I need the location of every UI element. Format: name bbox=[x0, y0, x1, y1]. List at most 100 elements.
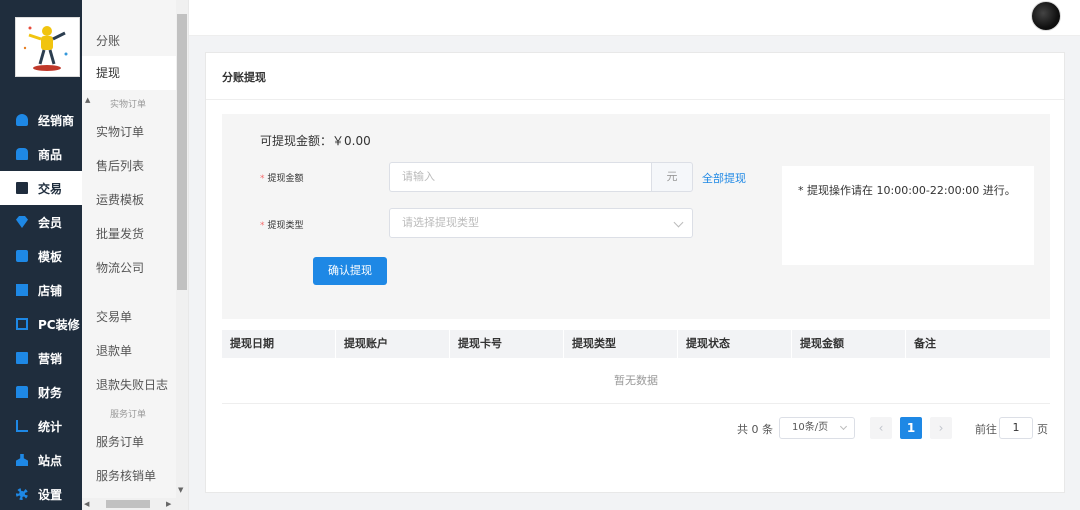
submenu-horizontal-scrollbar[interactable]: ◀ ▶ bbox=[82, 498, 176, 510]
nav-item-label: 设置 bbox=[38, 487, 63, 502]
submenu-item-refund[interactable]: 退款单 bbox=[96, 342, 132, 359]
nav-item-label: 店铺 bbox=[38, 283, 63, 298]
column-header-text: 提现卡号 bbox=[458, 337, 502, 350]
chevron-down-icon bbox=[839, 422, 848, 431]
primary-sidebar: 经销商 商品 交易 会员 模板 店铺 PC装修 营销 财务 统计 站点 设置 bbox=[0, 0, 82, 510]
goto-suffix: 页 bbox=[1037, 423, 1048, 436]
page-number-button[interactable]: 1 bbox=[900, 417, 922, 439]
submenu-item-refund-fail-log[interactable]: 退款失败日志 bbox=[96, 376, 168, 393]
column-header[interactable]: 提现日期 bbox=[222, 330, 336, 358]
scroll-up-arrow-icon[interactable]: ▲ bbox=[85, 96, 90, 104]
confirm-withdraw-button[interactable]: 确认提现 bbox=[313, 257, 387, 285]
nav-item-pc-decoration[interactable]: PC装修 bbox=[0, 307, 82, 341]
page-size-value: 10条/页 bbox=[792, 422, 829, 433]
withdraw-type-select[interactable]: 请选择提现类型 bbox=[389, 208, 693, 238]
amount-input[interactable]: 请输入 bbox=[389, 162, 651, 192]
column-header[interactable]: 提现账户 bbox=[336, 330, 450, 358]
amount-label-text: 提现金额 bbox=[267, 174, 304, 184]
nav-item-marketing[interactable]: 营销 bbox=[0, 341, 82, 375]
type-label: * 提现类型 bbox=[260, 218, 304, 231]
template-icon bbox=[16, 250, 28, 262]
nav-item-template[interactable]: 模板 bbox=[0, 239, 82, 273]
submenu-item-service-verify[interactable]: 服务核销单 bbox=[96, 467, 156, 484]
submenu-item-shipping-template[interactable]: 运费模板 bbox=[96, 191, 144, 208]
submenu-item-batch-ship[interactable]: 批量发货 bbox=[96, 225, 144, 242]
nav-item-settings[interactable]: 设置 bbox=[0, 477, 82, 510]
divider bbox=[206, 99, 1064, 100]
nav-item-finance[interactable]: 财务 bbox=[0, 375, 82, 409]
goto-prefix: 前往 bbox=[975, 423, 997, 436]
column-header[interactable]: 提现类型 bbox=[564, 330, 678, 358]
nav-item-label: 模板 bbox=[38, 249, 63, 264]
avatar[interactable] bbox=[1031, 1, 1061, 31]
submenu-item-fenzhang[interactable]: 分账 bbox=[96, 32, 120, 49]
select-placeholder: 请选择提现类型 bbox=[402, 216, 479, 229]
logo-illustration bbox=[23, 26, 68, 71]
nav-item-site[interactable]: 站点 bbox=[0, 443, 82, 477]
column-header-text: 提现日期 bbox=[230, 337, 274, 350]
submenu-group-service: 服务订单 bbox=[110, 410, 147, 420]
scroll-down-arrow-icon[interactable]: ▼ bbox=[178, 486, 183, 494]
nav-item-label: PC装修 bbox=[38, 317, 80, 332]
submenu-vertical-scrollbar[interactable]: ▼ bbox=[176, 0, 188, 510]
withdraw-card: 分账提现 可提现金额：￥0.00 * 提现金额 请输入 元 全部提现 * 提现类型 … bbox=[205, 52, 1065, 493]
page-size-select[interactable]: 10条/页 bbox=[779, 417, 855, 439]
amount-unit: 元 bbox=[651, 162, 693, 192]
top-bar bbox=[189, 0, 1080, 36]
chevron-down-icon bbox=[673, 217, 684, 228]
nav-item-trade[interactable]: 交易 bbox=[0, 171, 82, 205]
prev-page-button[interactable]: ‹ bbox=[870, 417, 892, 439]
brand-logo[interactable] bbox=[15, 17, 80, 77]
column-header-text: 提现金额 bbox=[800, 337, 844, 350]
submenu-group-physical: 实物订单 bbox=[110, 100, 147, 110]
app-root: 经销商 商品 交易 会员 模板 店铺 PC装修 营销 财务 统计 站点 设置 分… bbox=[0, 0, 1080, 510]
withdraw-notice: * 提现操作请在 10:00:00-22:00:00 进行。 bbox=[782, 166, 1034, 265]
type-label-text: 提现类型 bbox=[267, 221, 304, 231]
required-mark: * bbox=[260, 174, 265, 184]
nav-item-store[interactable]: 店铺 bbox=[0, 273, 82, 307]
submenu-item-service-order[interactable]: 服务订单 bbox=[96, 433, 144, 450]
column-header[interactable]: 提现卡号 bbox=[450, 330, 564, 358]
submenu-item-tixian[interactable]: 提现 bbox=[82, 56, 176, 90]
column-header[interactable]: 提现状态 bbox=[678, 330, 792, 358]
finance-icon bbox=[16, 386, 28, 398]
nav-item-label: 财务 bbox=[38, 385, 63, 400]
nav-item-label: 统计 bbox=[38, 419, 63, 434]
monitor-icon bbox=[16, 318, 28, 330]
goto-page-input[interactable]: 1 bbox=[999, 417, 1033, 439]
available-balance: 可提现金额：￥0.00 bbox=[260, 134, 371, 148]
diamond-icon bbox=[16, 216, 28, 228]
column-header[interactable]: 备注 bbox=[906, 330, 1050, 358]
withdraw-all-link[interactable]: 全部提现 bbox=[702, 170, 746, 186]
scroll-right-arrow-icon[interactable]: ▶ bbox=[166, 500, 171, 508]
column-header-text: 提现状态 bbox=[686, 337, 730, 350]
gift-icon bbox=[16, 352, 28, 364]
submenu-item-logistics[interactable]: 物流公司 bbox=[96, 259, 144, 276]
nav-item-member[interactable]: 会员 bbox=[0, 205, 82, 239]
clipboard-icon bbox=[16, 182, 28, 194]
submenu-item-physical-order[interactable]: 实物订单 bbox=[96, 123, 144, 140]
submenu-item-trade-order[interactable]: 交易单 bbox=[96, 308, 132, 325]
sitemap-icon bbox=[16, 454, 28, 466]
nav-item-goods[interactable]: 商品 bbox=[0, 137, 82, 171]
page-title: 分账提现 bbox=[222, 71, 266, 84]
scrollbar-thumb[interactable] bbox=[177, 14, 187, 290]
bag-icon bbox=[16, 148, 28, 160]
column-header-text: 提现账户 bbox=[344, 337, 388, 350]
withdraw-form: 可提现金额：￥0.00 * 提现金额 请输入 元 全部提现 * 提现类型 请选择提现… bbox=[222, 114, 1050, 319]
required-mark: * bbox=[260, 221, 265, 231]
next-page-button[interactable]: › bbox=[930, 417, 952, 439]
nav-item-label: 交易 bbox=[38, 181, 63, 196]
amount-label: * 提现金额 bbox=[260, 171, 304, 184]
nav-item-statistics[interactable]: 统计 bbox=[0, 409, 82, 443]
table-header: 提现日期 提现账户 提现卡号 提现类型 提现状态 提现金额 备注 bbox=[222, 330, 1050, 358]
submenu-item-after-sale[interactable]: 售后列表 bbox=[96, 157, 144, 174]
nav-item-label: 营销 bbox=[38, 351, 63, 366]
users-icon bbox=[16, 114, 28, 126]
column-header[interactable]: 提现金额 bbox=[792, 330, 906, 358]
scroll-left-arrow-icon[interactable]: ◀ bbox=[84, 500, 89, 508]
scrollbar-thumb[interactable] bbox=[106, 500, 150, 508]
gear-icon bbox=[16, 488, 28, 500]
chart-icon bbox=[16, 420, 28, 432]
nav-item-dealer[interactable]: 经销商 bbox=[0, 103, 82, 137]
